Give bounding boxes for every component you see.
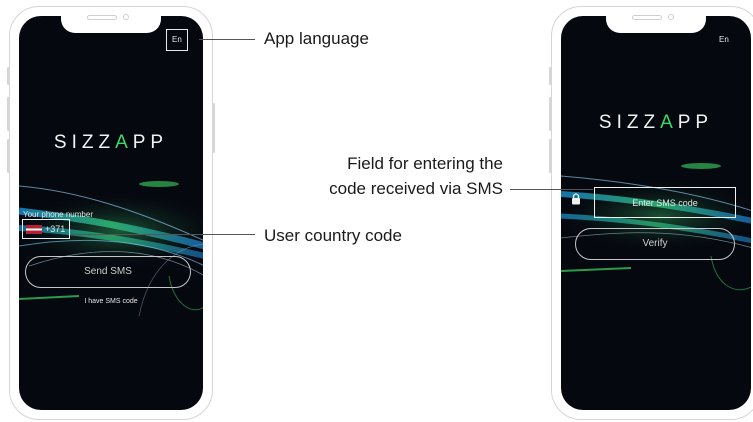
phone-volume-up-button bbox=[7, 97, 10, 131]
phone-side-button bbox=[549, 67, 552, 85]
app-language-callout: App language bbox=[264, 29, 369, 48]
phone-power-button bbox=[212, 103, 215, 153]
sms-code-input[interactable]: Enter SMS code bbox=[594, 187, 736, 218]
phone-volume-down-button bbox=[7, 139, 10, 173]
front-camera bbox=[668, 14, 674, 20]
language-selector[interactable]: En bbox=[719, 35, 729, 44]
country-code-value: +371 bbox=[45, 224, 66, 234]
front-camera bbox=[123, 14, 129, 20]
lock-icon bbox=[572, 193, 580, 205]
latvia-flag-icon bbox=[26, 225, 42, 234]
country-code-selector[interactable]: +371 bbox=[22, 219, 70, 239]
app-logo: SIZZAPP bbox=[53, 132, 169, 153]
country-code-callout: User country code bbox=[264, 226, 402, 245]
phone-side-button bbox=[7, 67, 10, 85]
phone-notch bbox=[606, 7, 706, 33]
send-sms-button[interactable]: Send SMS bbox=[25, 256, 191, 288]
verify-button[interactable]: Verify bbox=[575, 228, 735, 260]
phone-number-label: Your phone number bbox=[23, 210, 93, 219]
speaker-grille bbox=[87, 15, 117, 20]
left-phone-frame: En SIZZAPP Your phone number +371 Send S… bbox=[7, 6, 215, 420]
speaker-grille bbox=[632, 15, 662, 20]
sms-code-placeholder: Enter SMS code bbox=[632, 198, 698, 208]
language-selector[interactable]: En bbox=[172, 35, 182, 44]
have-sms-code-link[interactable]: I have SMS code bbox=[19, 298, 203, 305]
right-app-screen: En SIZZAPP Enter SMS code Verify bbox=[561, 16, 751, 410]
phone-volume-up-button bbox=[549, 97, 552, 131]
sms-field-leader-line bbox=[510, 189, 593, 190]
sms-field-callout-line2: code received via SMS bbox=[329, 179, 503, 198]
phone-notch bbox=[61, 7, 161, 33]
sms-field-callout-line1: Field for entering the bbox=[347, 154, 503, 173]
language-selector-highlight[interactable]: En bbox=[166, 29, 188, 51]
right-phone-frame: En SIZZAPP Enter SMS code Verify bbox=[549, 6, 753, 420]
app-logo: SIZZAPP bbox=[598, 112, 714, 133]
phone-volume-down-button bbox=[549, 139, 552, 173]
app-language-leader-line bbox=[199, 39, 255, 40]
country-code-leader-line bbox=[72, 234, 255, 235]
left-app-screen: En SIZZAPP Your phone number +371 Send S… bbox=[19, 16, 203, 410]
